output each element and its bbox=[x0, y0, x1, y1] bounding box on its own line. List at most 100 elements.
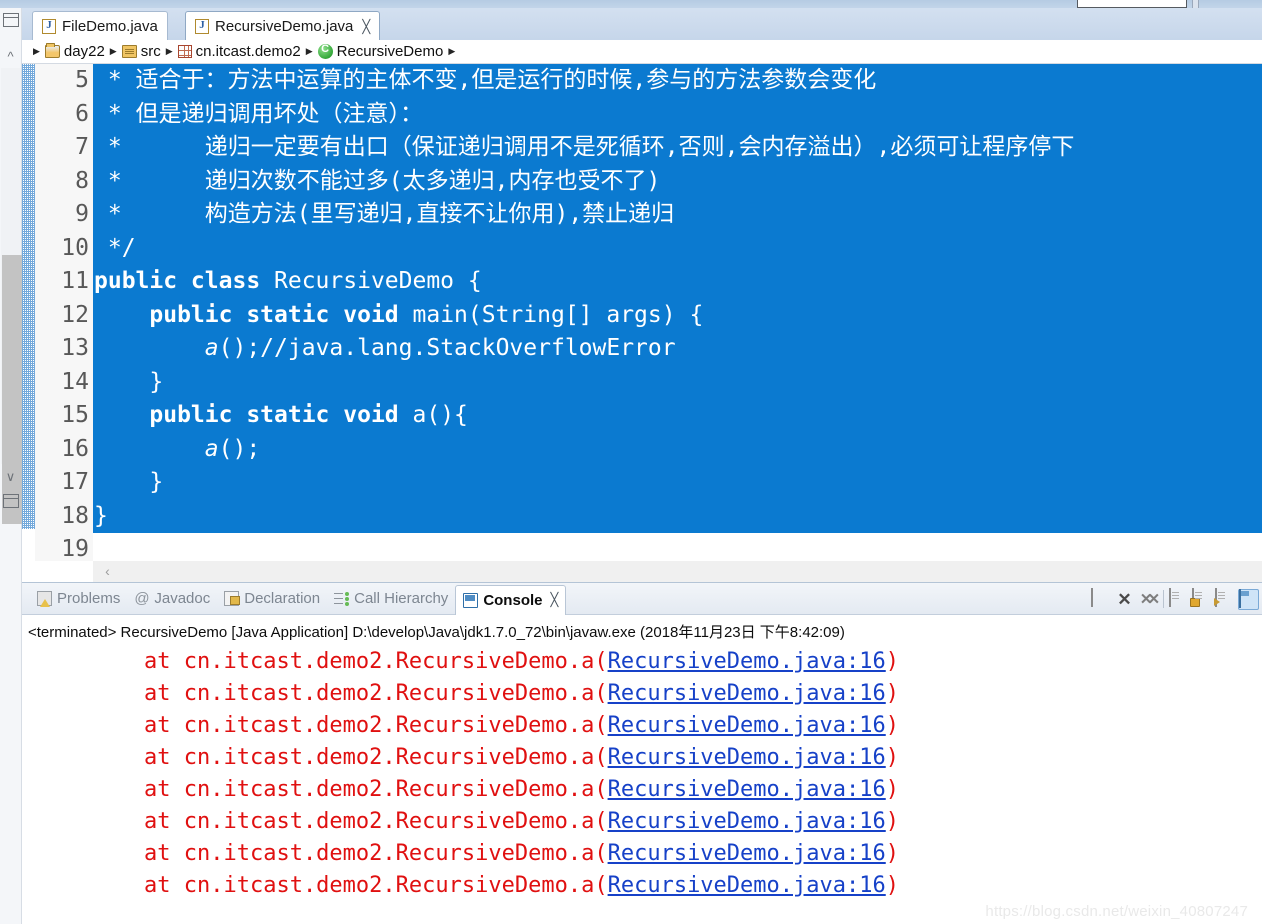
code-line[interactable]: public class RecursiveDemo { bbox=[93, 265, 1262, 299]
stop-square-icon bbox=[1091, 587, 1093, 607]
code-span: public static void bbox=[94, 301, 413, 328]
stack-trace-source-link[interactable]: RecursiveDemo.java:16 bbox=[608, 841, 886, 866]
code-line[interactable] bbox=[93, 533, 1262, 561]
code-span: } bbox=[94, 469, 164, 495]
code-span: public static void bbox=[94, 402, 413, 428]
tab-console[interactable]: Console ╳ bbox=[455, 584, 567, 615]
doc-arrow-icon bbox=[1215, 587, 1217, 607]
line-number: 12 bbox=[61, 301, 89, 328]
breadcrumb-separator-icon: ▶ bbox=[33, 46, 40, 56]
toolbar-text-field[interactable] bbox=[1077, 0, 1187, 8]
close-icon[interactable]: ╳ bbox=[362, 20, 370, 33]
pin-console-icon bbox=[1239, 588, 1241, 608]
scroll-down-chevron-icon[interactable]: ∨ bbox=[4, 470, 17, 483]
annotation-ruler[interactable] bbox=[22, 64, 35, 529]
editor-horizontal-scrollbar[interactable]: ‹ bbox=[93, 561, 1262, 583]
code-line[interactable]: public static void main(String[] args) { bbox=[93, 298, 1262, 332]
stack-trace-line: at cn.itcast.demo2.RecursiveDemo.a(Recur… bbox=[22, 646, 1262, 678]
code-span: * 但是递归调用坏处（注意）： bbox=[94, 100, 424, 127]
code-line[interactable]: a();//java.lang.StackOverflowError bbox=[93, 332, 1262, 366]
stack-trace-source-link[interactable]: RecursiveDemo.java:16 bbox=[608, 745, 886, 770]
scroll-left-arrow-icon[interactable]: ‹ bbox=[99, 563, 116, 580]
toolbar-background bbox=[0, 0, 1262, 8]
code-line[interactable]: * 递归一定要有出口（保证递归调用不是死循环,否则,会内存溢出）,必须可让程序停… bbox=[93, 131, 1262, 165]
package-icon bbox=[177, 45, 192, 58]
console-output[interactable]: <terminated> RecursiveDemo [Java Applica… bbox=[22, 616, 1262, 924]
breadcrumb-item-label: day22 bbox=[63, 43, 105, 60]
word-wrap-button[interactable] bbox=[1215, 587, 1236, 610]
code-line[interactable]: * 但是递归调用坏处（注意）： bbox=[93, 97, 1262, 131]
window-top-strip bbox=[0, 0, 1262, 11]
clear-console-button[interactable] bbox=[1169, 587, 1190, 610]
breadcrumb-item-label: src bbox=[140, 43, 161, 60]
code-line[interactable]: * 构造方法(里写递归,直接不让你用),禁止递归 bbox=[93, 198, 1262, 232]
console-panel: Problems @ Javadoc Declaration Call Hier… bbox=[22, 583, 1262, 924]
minimized-views-rail: ^ ∨ bbox=[0, 8, 22, 924]
vertical-scrollbar-track[interactable] bbox=[1, 68, 22, 524]
code-span bbox=[94, 436, 205, 462]
code-span: } bbox=[94, 502, 108, 529]
stack-trace-line: at cn.itcast.demo2.RecursiveDemo.a(Recur… bbox=[22, 838, 1262, 870]
stack-trace-suffix: ) bbox=[885, 809, 899, 834]
java-class-icon bbox=[317, 43, 333, 59]
stack-trace-method: at cn.itcast.demo2.RecursiveDemo.a( bbox=[144, 873, 608, 898]
breadcrumb-item-day22[interactable]: day22 bbox=[44, 43, 105, 60]
code-line[interactable]: public static void a(){ bbox=[93, 399, 1262, 433]
scroll-lock-button[interactable] bbox=[1192, 587, 1213, 610]
stack-trace-method: at cn.itcast.demo2.RecursiveDemo.a( bbox=[144, 649, 608, 674]
stack-trace-source-link[interactable]: RecursiveDemo.java:16 bbox=[608, 713, 886, 738]
tab-javadoc[interactable]: @ Javadoc bbox=[127, 584, 217, 614]
terminate-button[interactable] bbox=[1091, 587, 1112, 610]
minimized-view-icon[interactable] bbox=[3, 13, 19, 27]
code-line[interactable]: */ bbox=[93, 231, 1262, 265]
remove-all-launches-button[interactable]: ✕✕ bbox=[1137, 589, 1160, 610]
stack-trace-source-link[interactable]: RecursiveDemo.java:16 bbox=[608, 873, 886, 898]
code-text[interactable]: * 适合于：方法中运算的主体不变,但是运行的时候,参与的方法参数会变化 * 但是… bbox=[93, 64, 1262, 561]
stack-trace-line: at cn.itcast.demo2.RecursiveDemo.a(Recur… bbox=[22, 806, 1262, 838]
stack-trace-source-link[interactable]: RecursiveDemo.java:16 bbox=[608, 777, 886, 802]
line-number: 9 bbox=[75, 201, 89, 227]
line-number-ruler: 5 6 7 8 9 10 11 12 13 14 15 16 17 18 19 bbox=[35, 64, 93, 561]
code-line[interactable]: * 适合于：方法中运算的主体不变,但是运行的时候,参与的方法参数会变化 bbox=[93, 64, 1262, 98]
close-icon[interactable]: ╳ bbox=[551, 592, 559, 608]
code-span: * 递归一定要有出口（保证递归调用不是死循环,否则,会内存溢出）,必须可让程序停… bbox=[94, 134, 1075, 160]
stack-trace-source-link[interactable]: RecursiveDemo.java:16 bbox=[608, 681, 886, 706]
stack-trace-line: at cn.itcast.demo2.RecursiveDemo.a(Recur… bbox=[22, 710, 1262, 742]
line-number: 13 bbox=[61, 335, 89, 361]
line-number: 16 bbox=[61, 435, 89, 462]
console-toolbar: ✕ ✕✕ bbox=[1090, 586, 1260, 612]
tab-declaration[interactable]: Declaration bbox=[217, 584, 327, 614]
minimized-view-icon[interactable] bbox=[3, 494, 19, 508]
code-line[interactable]: * 递归次数不能过多(太多递归,内存也受不了) bbox=[93, 164, 1262, 198]
code-span: a bbox=[204, 335, 219, 361]
code-line[interactable]: } bbox=[93, 466, 1262, 500]
scroll-up-chevron-icon[interactable]: ^ bbox=[4, 50, 17, 63]
code-editor[interactable]: 5 6 7 8 9 10 11 12 13 14 15 16 17 18 19 * 适合于：方法中运算的主体… bbox=[22, 64, 1262, 561]
code-span: RecursiveDemo { bbox=[274, 268, 482, 294]
breadcrumb-item-package[interactable]: cn.itcast.demo2 bbox=[177, 43, 301, 60]
view-tab-label: Declaration bbox=[244, 590, 321, 607]
line-number: 19 bbox=[61, 536, 89, 561]
stack-trace-source-link[interactable]: RecursiveDemo.java:16 bbox=[608, 649, 886, 674]
editor-tab-recursivedemo[interactable]: RecursiveDemo.java ╳ bbox=[185, 11, 381, 40]
tab-call-hierarchy[interactable]: Call Hierarchy bbox=[327, 584, 455, 614]
pin-console-button[interactable] bbox=[1238, 588, 1259, 610]
stack-trace-suffix: ) bbox=[885, 681, 899, 706]
code-span: */ bbox=[94, 234, 136, 261]
breadcrumb-item-class[interactable]: RecursiveDemo bbox=[317, 43, 443, 60]
remove-launch-button[interactable]: ✕ bbox=[1114, 589, 1135, 610]
console-icon bbox=[463, 592, 479, 608]
code-line[interactable]: } bbox=[93, 499, 1262, 533]
editor-area: FileDemo.java RecursiveDemo.java ╳ ▶ day… bbox=[22, 8, 1262, 583]
breadcrumb-item-src[interactable]: src bbox=[121, 43, 161, 60]
stack-trace-source-link[interactable]: RecursiveDemo.java:16 bbox=[608, 809, 886, 834]
stack-trace-method: at cn.itcast.demo2.RecursiveDemo.a( bbox=[144, 681, 608, 706]
tab-problems[interactable]: Problems bbox=[30, 584, 127, 614]
line-number: 6 bbox=[75, 100, 89, 127]
code-line[interactable]: } bbox=[93, 365, 1262, 399]
code-line[interactable]: a(); bbox=[93, 432, 1262, 466]
stack-trace-line: at cn.itcast.demo2.RecursiveDemo.a(Recur… bbox=[22, 870, 1262, 902]
editor-tab-label: FileDemo.java bbox=[62, 17, 158, 35]
editor-tab-filedemo[interactable]: FileDemo.java bbox=[32, 11, 168, 40]
editor-tab-label: RecursiveDemo.java bbox=[215, 17, 354, 35]
